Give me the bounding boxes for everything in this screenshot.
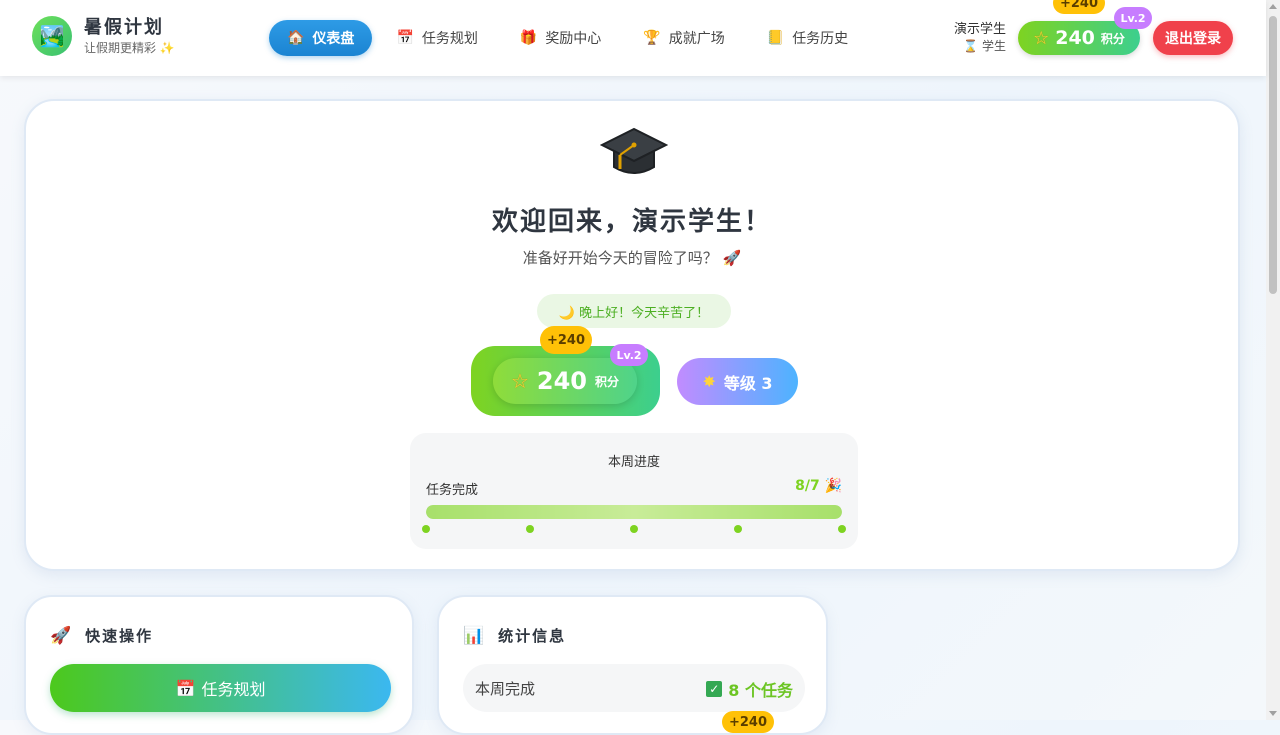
quick-actions-card: 🚀 快速操作 📅 任务规划 — [24, 595, 414, 735]
welcome-subtitle: 准备好开始今天的冒险了吗？ 🚀 — [522, 249, 742, 267]
weekly-completed-row: 本周完成 ✓ 8 个任务 — [463, 664, 805, 712]
level-pill[interactable]: ✸ 等级 3 — [677, 358, 798, 405]
rocket-icon: 🚀 — [50, 625, 74, 646]
button-label: 任务规划 — [201, 680, 266, 699]
nav-item-history[interactable]: 📒 任务历史 — [749, 20, 866, 56]
points-unit: 积分 — [595, 374, 620, 389]
points-gain-bubble: +240 — [1053, 0, 1105, 14]
stats-title: 📊 统计信息 — [463, 625, 566, 646]
bar-chart-icon: 📊 — [463, 625, 487, 646]
milestone-dot — [838, 525, 846, 533]
brand-title: 暑假计划 — [84, 17, 164, 38]
brand[interactable]: 🏞️ 暑假计划 让假期更精彩 ✨ — [32, 16, 175, 56]
progress-label: 任务完成 — [426, 483, 479, 498]
welcome-card: 欢迎回来，演示学生！ 准备好开始今天的冒险了吗？ 🚀 🌙 晚上好！今天辛苦了！ … — [24, 99, 1240, 571]
nav-label: 任务历史 — [792, 31, 849, 47]
nav-item-achievements[interactable]: 🏆 成就广场 — [625, 20, 742, 56]
stats-card: 📊 统计信息 本周完成 ✓ 8 个任务 +240 — [437, 595, 828, 735]
gift-icon: 🎁 — [519, 30, 538, 46]
task-planning-button[interactable]: 📅 任务规划 — [50, 664, 391, 712]
level-badge: Lv.2 — [610, 344, 648, 366]
milestone-dot — [630, 525, 638, 533]
top-navbar: 🏞️ 暑假计划 让假期更精彩 ✨ 🏠 仪表盘 📅 任务规划 🎁 奖励中心 🏆 成… — [0, 0, 1266, 76]
milestone-dot — [526, 525, 534, 533]
logout-button[interactable]: 退出登录 — [1153, 21, 1233, 55]
points-panel: ☆ 240 积分 +240 Lv.2 — [471, 326, 660, 416]
progress-title: 本周进度 — [607, 455, 660, 470]
welcome-title: 欢迎回来，演示学生！ — [491, 207, 772, 237]
stat-value-text: 8 个任务 — [728, 681, 793, 700]
progress-fill — [426, 505, 842, 519]
level-label: 等级 3 — [723, 373, 773, 393]
progress-milestones — [422, 525, 846, 533]
milestone-dot — [422, 525, 430, 533]
graduation-cap-icon — [600, 127, 668, 174]
milestone-dot — [734, 525, 742, 533]
scroll-up-arrow-icon[interactable] — [1269, 4, 1277, 9]
nav-label: 奖励中心 — [545, 31, 602, 47]
nav-label: 仪表盘 — [312, 31, 355, 47]
home-icon: 🏠 — [287, 30, 305, 46]
greeting-badge: 🌙 晚上好！今天辛苦了！ — [537, 294, 731, 328]
stat-value: ✓ 8 个任务 — [706, 677, 793, 701]
nav-label: 成就广场 — [668, 31, 725, 47]
user-role: ⌛ 学生 — [963, 39, 1006, 53]
scroll-down-arrow-icon[interactable] — [1269, 711, 1277, 716]
progress-count: 8/7 🎉 — [795, 478, 842, 494]
progress-bar — [426, 505, 842, 519]
star-icon: ☆ — [1033, 27, 1050, 49]
scroll-thumb[interactable] — [1269, 16, 1277, 294]
sparkle-icon: ✸ — [702, 372, 716, 391]
user-info: 演示学生 ⌛ 学生 — [946, 22, 1006, 54]
nav-label: 任务规划 — [421, 31, 478, 47]
points-gain-bubble: +240 — [540, 326, 592, 354]
weekly-progress: 本周进度 任务完成 8/7 🎉 — [410, 433, 858, 549]
quick-actions-title: 🚀 快速操作 — [50, 625, 153, 646]
rainbow-picture-icon: 🏞️ — [32, 16, 72, 56]
star-icon: ☆ — [510, 369, 529, 393]
calendar-icon: 📅 — [396, 30, 414, 46]
check-icon: ✓ — [706, 681, 723, 697]
card-title-text: 统计信息 — [498, 627, 567, 645]
ledger-icon: 📒 — [766, 30, 785, 46]
points-gain-bubble: +240 — [722, 711, 774, 733]
nav-item-task-planning[interactable]: 📅 任务规划 — [378, 20, 495, 56]
nav-item-dashboard[interactable]: 🏠 仪表盘 — [269, 20, 373, 56]
main-nav: 🏠 仪表盘 📅 任务规划 🎁 奖励中心 🏆 成就广场 📒 任务历史 — [269, 20, 866, 56]
brand-subtitle: 让假期更精彩 ✨ — [84, 41, 175, 55]
points-unit: 积分 — [1100, 31, 1125, 46]
calendar-icon: 📅 — [175, 678, 196, 698]
nav-item-rewards[interactable]: 🎁 奖励中心 — [502, 20, 619, 56]
level-badge: Lv.2 — [1114, 7, 1152, 29]
card-title-text: 快速操作 — [85, 627, 154, 645]
stat-label: 本周完成 — [475, 680, 536, 698]
trophy-icon: 🏆 — [643, 30, 661, 46]
points-value: 240 — [1055, 27, 1095, 49]
user-name: 演示学生 — [953, 22, 1006, 37]
points-value: 240 — [536, 367, 588, 395]
page-scrollbar[interactable] — [1266, 0, 1280, 720]
